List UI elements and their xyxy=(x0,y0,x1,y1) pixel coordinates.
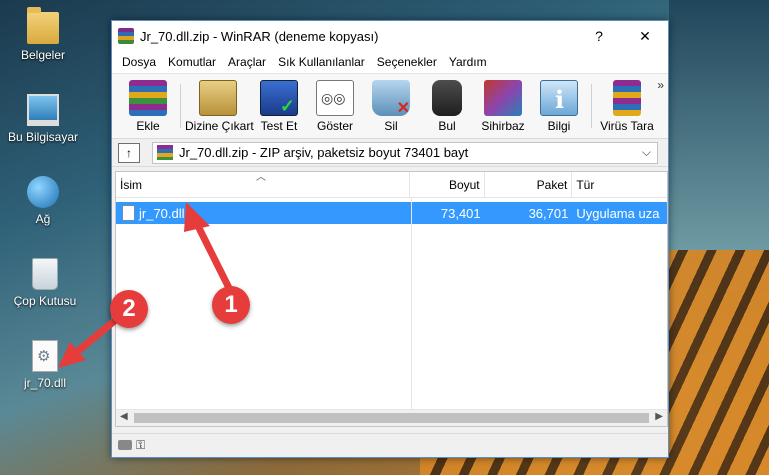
annotation-arrows xyxy=(58,202,234,368)
annotation-badge-1: 1 xyxy=(212,286,250,324)
arrow-1-shaft xyxy=(192,218,234,294)
arrow-2-shaft xyxy=(68,314,122,360)
arrow-1-head xyxy=(184,202,210,232)
annotation-badge-2: 2 xyxy=(110,290,148,328)
